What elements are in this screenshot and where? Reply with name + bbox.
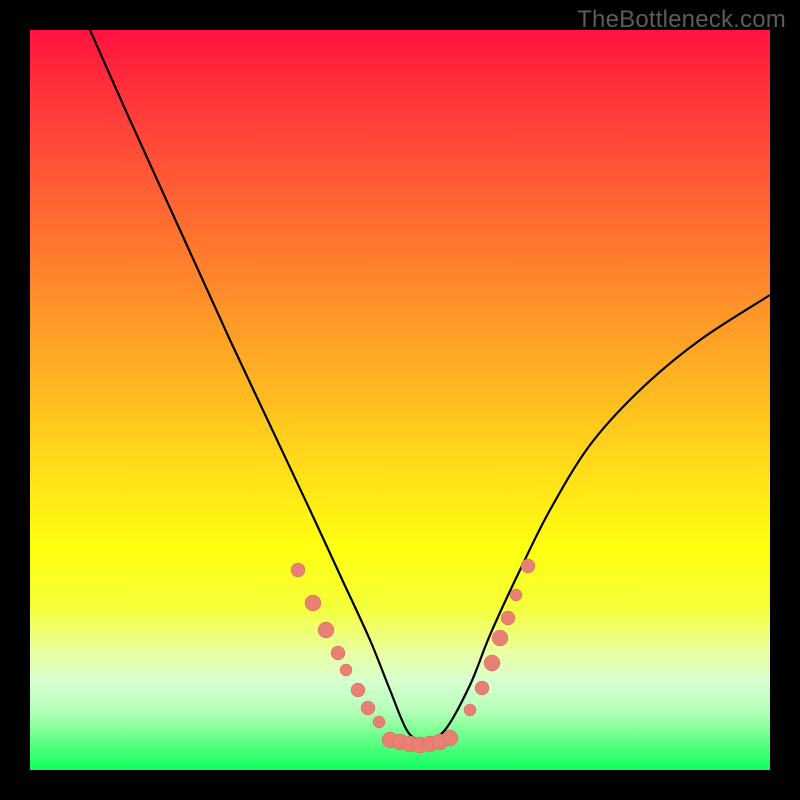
watermark-label: TheBottleneck.com [577,6,786,34]
chart-frame: TheBottleneck.com [0,0,800,800]
plot-background [30,30,770,770]
